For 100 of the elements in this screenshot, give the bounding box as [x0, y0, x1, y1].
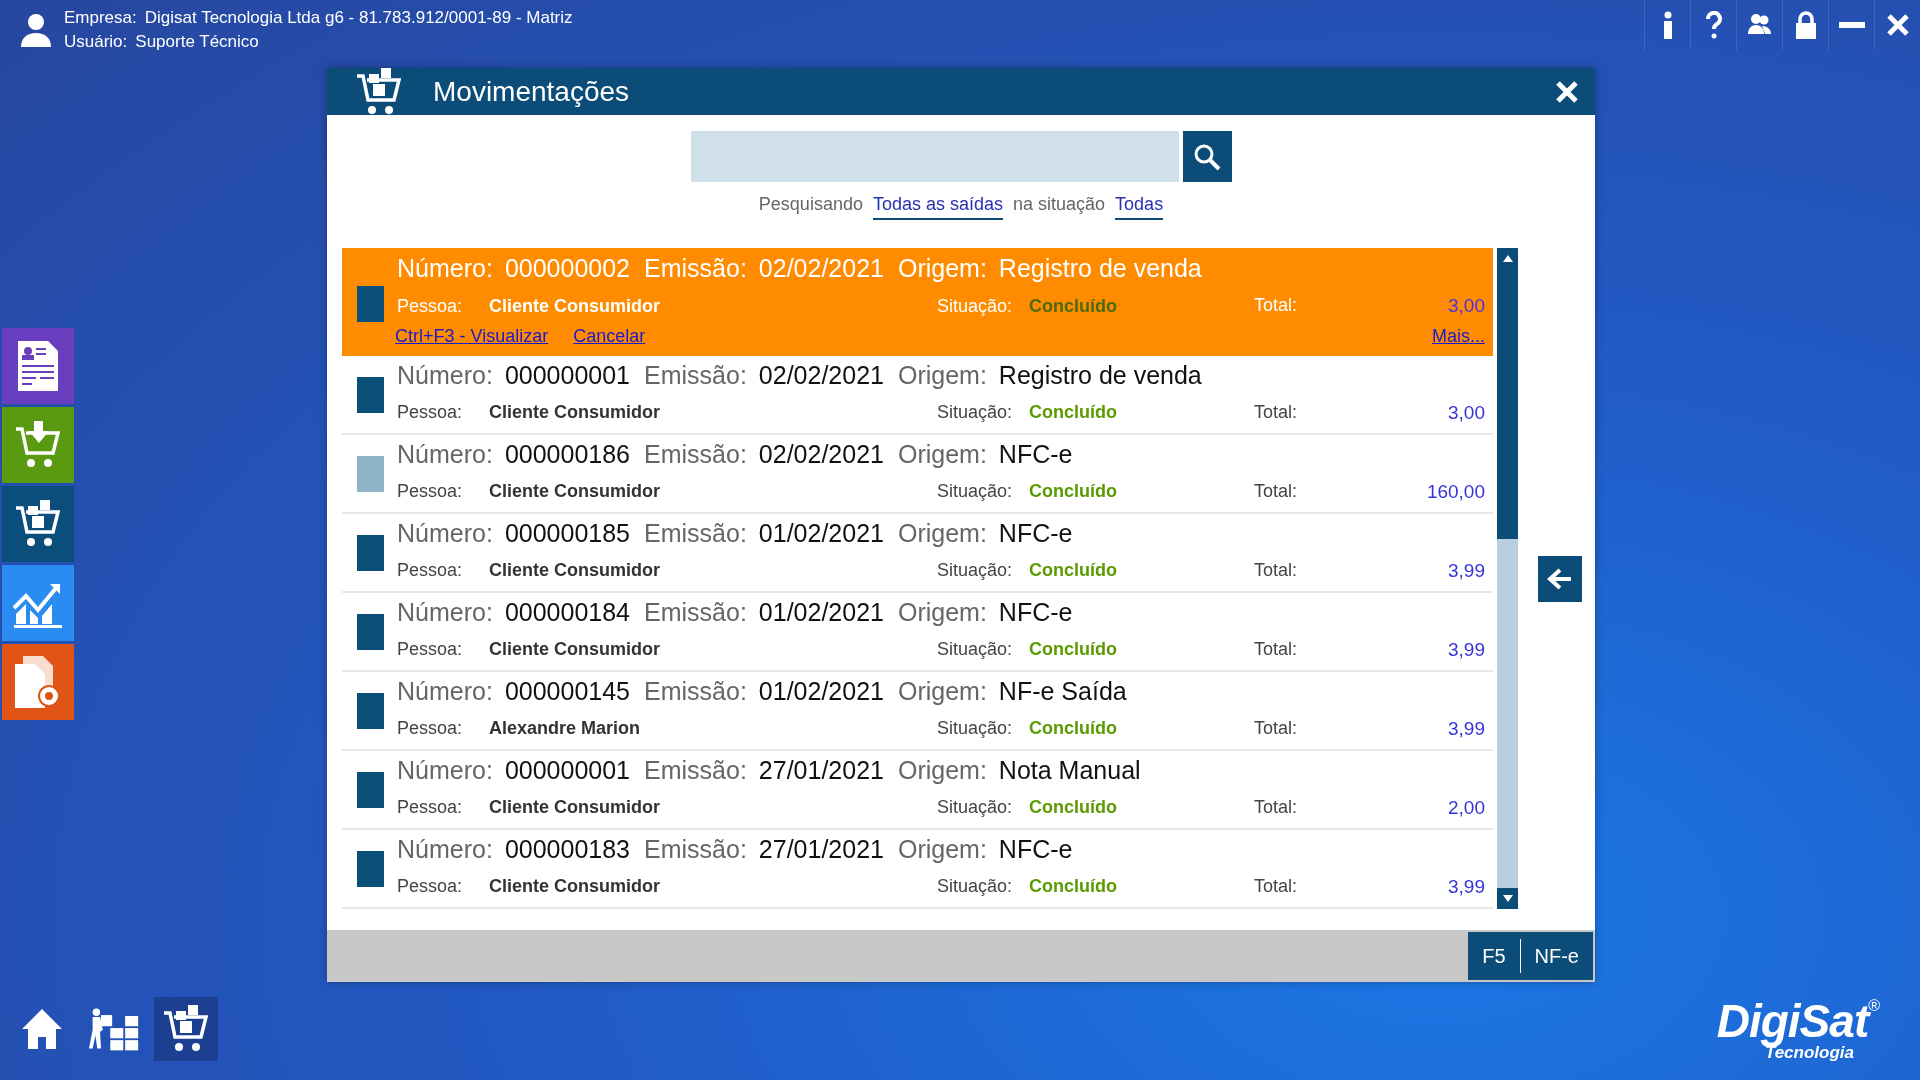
- field-label: Total:: [1254, 796, 1298, 819]
- company-logo: DigiSat® Tecnologia: [1716, 997, 1880, 1061]
- close-icon: [1885, 13, 1910, 37]
- search-icon: [1193, 142, 1221, 171]
- field-label: Número:: [397, 360, 493, 390]
- cart-download-tile[interactable]: [2, 406, 74, 483]
- field-label: Emissão:: [644, 439, 747, 469]
- field-label: Situação:: [937, 876, 1014, 897]
- chart-tile[interactable]: [2, 564, 74, 641]
- document-tile[interactable]: [2, 327, 74, 404]
- total-value: 2,00: [1448, 796, 1485, 819]
- date-value: 01/02/2021: [758, 597, 884, 627]
- field-label: Número:: [397, 518, 493, 548]
- scroll-down-button[interactable]: [1497, 888, 1518, 909]
- field-label: Pessoa:: [397, 295, 464, 317]
- sales-button[interactable]: [154, 997, 218, 1061]
- field-label: Número:: [397, 755, 493, 785]
- total-value: 160,00: [1426, 480, 1485, 503]
- search-field[interactable]: [690, 131, 1179, 182]
- field-label: Número:: [397, 834, 493, 864]
- field-label: Origem:: [897, 676, 987, 706]
- number-value: 000000001: [504, 755, 630, 785]
- user-icon: [20, 13, 52, 47]
- field-label: Número:: [397, 254, 493, 283]
- action-link[interactable]: Ctrl+F3 - Visualizar: [395, 325, 549, 347]
- scroll-thumb[interactable]: [1497, 269, 1518, 539]
- field-label: Emissão:: [644, 254, 747, 283]
- field-label: Origem:: [897, 597, 987, 627]
- scope-link[interactable]: Todas as saídas: [872, 194, 1003, 220]
- field-label: Total:: [1254, 401, 1298, 424]
- status-value: Concluído: [1029, 560, 1118, 581]
- user-label: Usuário:: [64, 31, 128, 53]
- status-value: Concluído: [1029, 402, 1118, 423]
- field-label: Origem:: [897, 360, 987, 390]
- footer-button[interactable]: NF-e: [1519, 939, 1593, 973]
- scrollbar[interactable]: [1497, 248, 1518, 909]
- close-icon: [1555, 79, 1579, 104]
- field-label: Pessoa:: [397, 639, 464, 660]
- movement-row[interactable]: Número: 000000002 Emissão: 02/02/2021 Origem: Registro de venda Pessoa: Cliente Consumidor Situação: Concluído Total: 3,00 Ctrl+F3 - Visualizar Cancelar Mais...: [342, 248, 1493, 356]
- person-boxes-icon: [88, 1006, 140, 1052]
- field-label: Pessoa:: [397, 797, 464, 818]
- more-link[interactable]: Mais...: [1432, 325, 1485, 347]
- field-label: Número:: [397, 676, 493, 706]
- back-button[interactable]: [1538, 555, 1582, 602]
- status-value: Concluído: [1029, 295, 1118, 317]
- footer-button[interactable]: F5: [1468, 939, 1520, 973]
- field-label: Origem:: [897, 254, 987, 283]
- up-arrow-icon: [1502, 255, 1513, 262]
- total-value: 3,00: [1448, 295, 1485, 317]
- date-value: 27/01/2021: [758, 755, 884, 785]
- field-label: Total:: [1254, 559, 1298, 582]
- search-button[interactable]: [1182, 131, 1232, 182]
- status-value: Concluído: [1029, 718, 1118, 739]
- field-label: Pessoa:: [397, 718, 464, 739]
- document-settings-tile[interactable]: [2, 643, 74, 720]
- total-value: 3,99: [1448, 559, 1485, 582]
- number-value: 000000002: [504, 254, 630, 283]
- number-value: 000000186: [504, 439, 630, 469]
- number-value: 000000145: [504, 676, 630, 706]
- field-label: Total:: [1254, 875, 1298, 898]
- field-label: Origem:: [897, 518, 987, 548]
- action-link[interactable]: Cancelar: [573, 325, 646, 347]
- field-label: Origem:: [897, 834, 987, 864]
- total-value: 3,99: [1448, 717, 1485, 740]
- scroll-up-button[interactable]: [1497, 248, 1518, 269]
- cart-boxes-tile[interactable]: [2, 485, 74, 562]
- total-value: 3,00: [1448, 401, 1485, 424]
- person-value: Cliente Consumidor: [489, 402, 661, 423]
- help-icon: [1704, 11, 1723, 39]
- field-label: Emissão:: [644, 360, 747, 390]
- number-value: 000000183: [504, 834, 630, 864]
- person-value: Alexandre Marion: [489, 718, 642, 739]
- field-label: Situação:: [937, 639, 1014, 660]
- person-value: Cliente Consumidor: [489, 639, 661, 660]
- field-label: Pessoa:: [397, 560, 464, 581]
- field-label: Situação:: [937, 481, 1014, 502]
- origin-value: Nota Manual: [998, 755, 1141, 785]
- person-value: Cliente Consumidor: [489, 295, 661, 317]
- field-label: Total:: [1254, 295, 1298, 317]
- field-label: Situação:: [937, 560, 1014, 581]
- left-arrow-icon: [1547, 567, 1573, 590]
- field-label: Pessoa:: [397, 481, 464, 502]
- status-value: Concluído: [1029, 797, 1118, 818]
- field-label: Emissão:: [644, 518, 747, 548]
- lock-icon: [1793, 11, 1818, 39]
- origin-value: NFC-e: [998, 439, 1073, 469]
- field-label: Situação:: [937, 797, 1014, 818]
- number-value: 000000001: [504, 360, 630, 390]
- info-icon: [1661, 11, 1674, 39]
- field-label: Emissão:: [644, 755, 747, 785]
- field-label: Total:: [1254, 480, 1298, 503]
- field-label: Situação:: [937, 402, 1014, 423]
- user-name: Suporte Técnico: [135, 31, 259, 53]
- date-value: 02/02/2021: [758, 439, 884, 469]
- field-label: Número:: [397, 439, 493, 469]
- status-value: Concluído: [1029, 481, 1118, 502]
- date-value: 27/01/2021: [758, 834, 884, 864]
- person-value: Cliente Consumidor: [489, 481, 661, 502]
- status-link[interactable]: Todas: [1115, 194, 1164, 220]
- field-label: Emissão:: [644, 834, 747, 864]
